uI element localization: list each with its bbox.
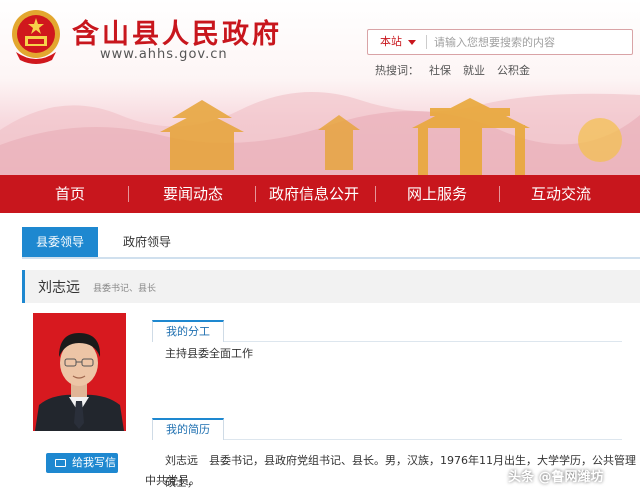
resume-text-line-2: 中共党员。 <box>145 474 200 487</box>
write-letter-label: 给我写信 <box>72 456 116 469</box>
nav-divider <box>499 186 500 202</box>
duty-text: 主持县委全面工作 <box>165 347 253 360</box>
mail-icon <box>55 459 66 467</box>
tab-county-committee-leaders[interactable]: 县委领导 <box>22 227 98 257</box>
nav-divider <box>375 186 376 202</box>
site-url: www.ahhs.gov.cn <box>100 47 228 62</box>
duty-section-header: 我的分工 <box>152 320 622 342</box>
leader-tabs: 县委领导 政府领导 <box>22 227 640 259</box>
nav-item-news[interactable]: 要闻动态 <box>134 175 252 213</box>
leader-header: 刘志远 县委书记、县长 <box>22 270 640 303</box>
leader-photo <box>33 313 126 431</box>
leader-name: 刘志远 <box>38 280 80 296</box>
nav-divider <box>255 186 256 202</box>
hot-search-link[interactable]: 就业 <box>463 64 485 77</box>
hot-search-words: 热搜词： 社保 就业 公积金 <box>375 62 542 78</box>
hot-search-label: 热搜词： <box>375 64 419 77</box>
chevron-down-icon <box>408 40 416 45</box>
main-nav: 首页 要闻动态 政府信息公开 网上服务 互动交流 <box>0 175 640 213</box>
tab-government-leaders[interactable]: 政府领导 <box>114 227 180 257</box>
hot-search-link[interactable]: 公积金 <box>497 64 530 77</box>
duty-section-tab: 我的分工 <box>152 320 224 342</box>
header-banner-illustration <box>0 92 640 175</box>
search-divider <box>426 35 427 49</box>
leader-title: 县委书记、县长 <box>93 284 157 294</box>
nav-item-online-service[interactable]: 网上服务 <box>378 175 496 213</box>
resume-section-tab: 我的简历 <box>152 418 224 440</box>
watermark: 头条 @鲁网潍坊 <box>508 470 604 485</box>
nav-item-home[interactable]: 首页 <box>20 175 120 213</box>
resume-section-header: 我的简历 <box>152 418 622 440</box>
search-scope-select[interactable]: 本站 <box>368 30 424 54</box>
site-title: 含山县人民政府 <box>72 19 282 50</box>
write-letter-button[interactable]: 给我写信 <box>46 453 118 473</box>
nav-divider <box>128 186 129 202</box>
national-emblem-logo <box>12 10 60 64</box>
search-box: 本站 <box>367 29 633 55</box>
search-scope-label: 本站 <box>380 35 402 48</box>
site-header: 含山县人民政府 www.ahhs.gov.cn 本站 热搜词： 社保就业公积金 <box>0 0 640 175</box>
leader-portrait <box>33 313 126 431</box>
nav-item-interaction[interactable]: 互动交流 <box>502 175 620 213</box>
search-input[interactable] <box>434 32 624 52</box>
nav-item-gov-info[interactable]: 政府信息公开 <box>258 175 370 213</box>
hot-search-link[interactable]: 社保 <box>429 64 451 77</box>
